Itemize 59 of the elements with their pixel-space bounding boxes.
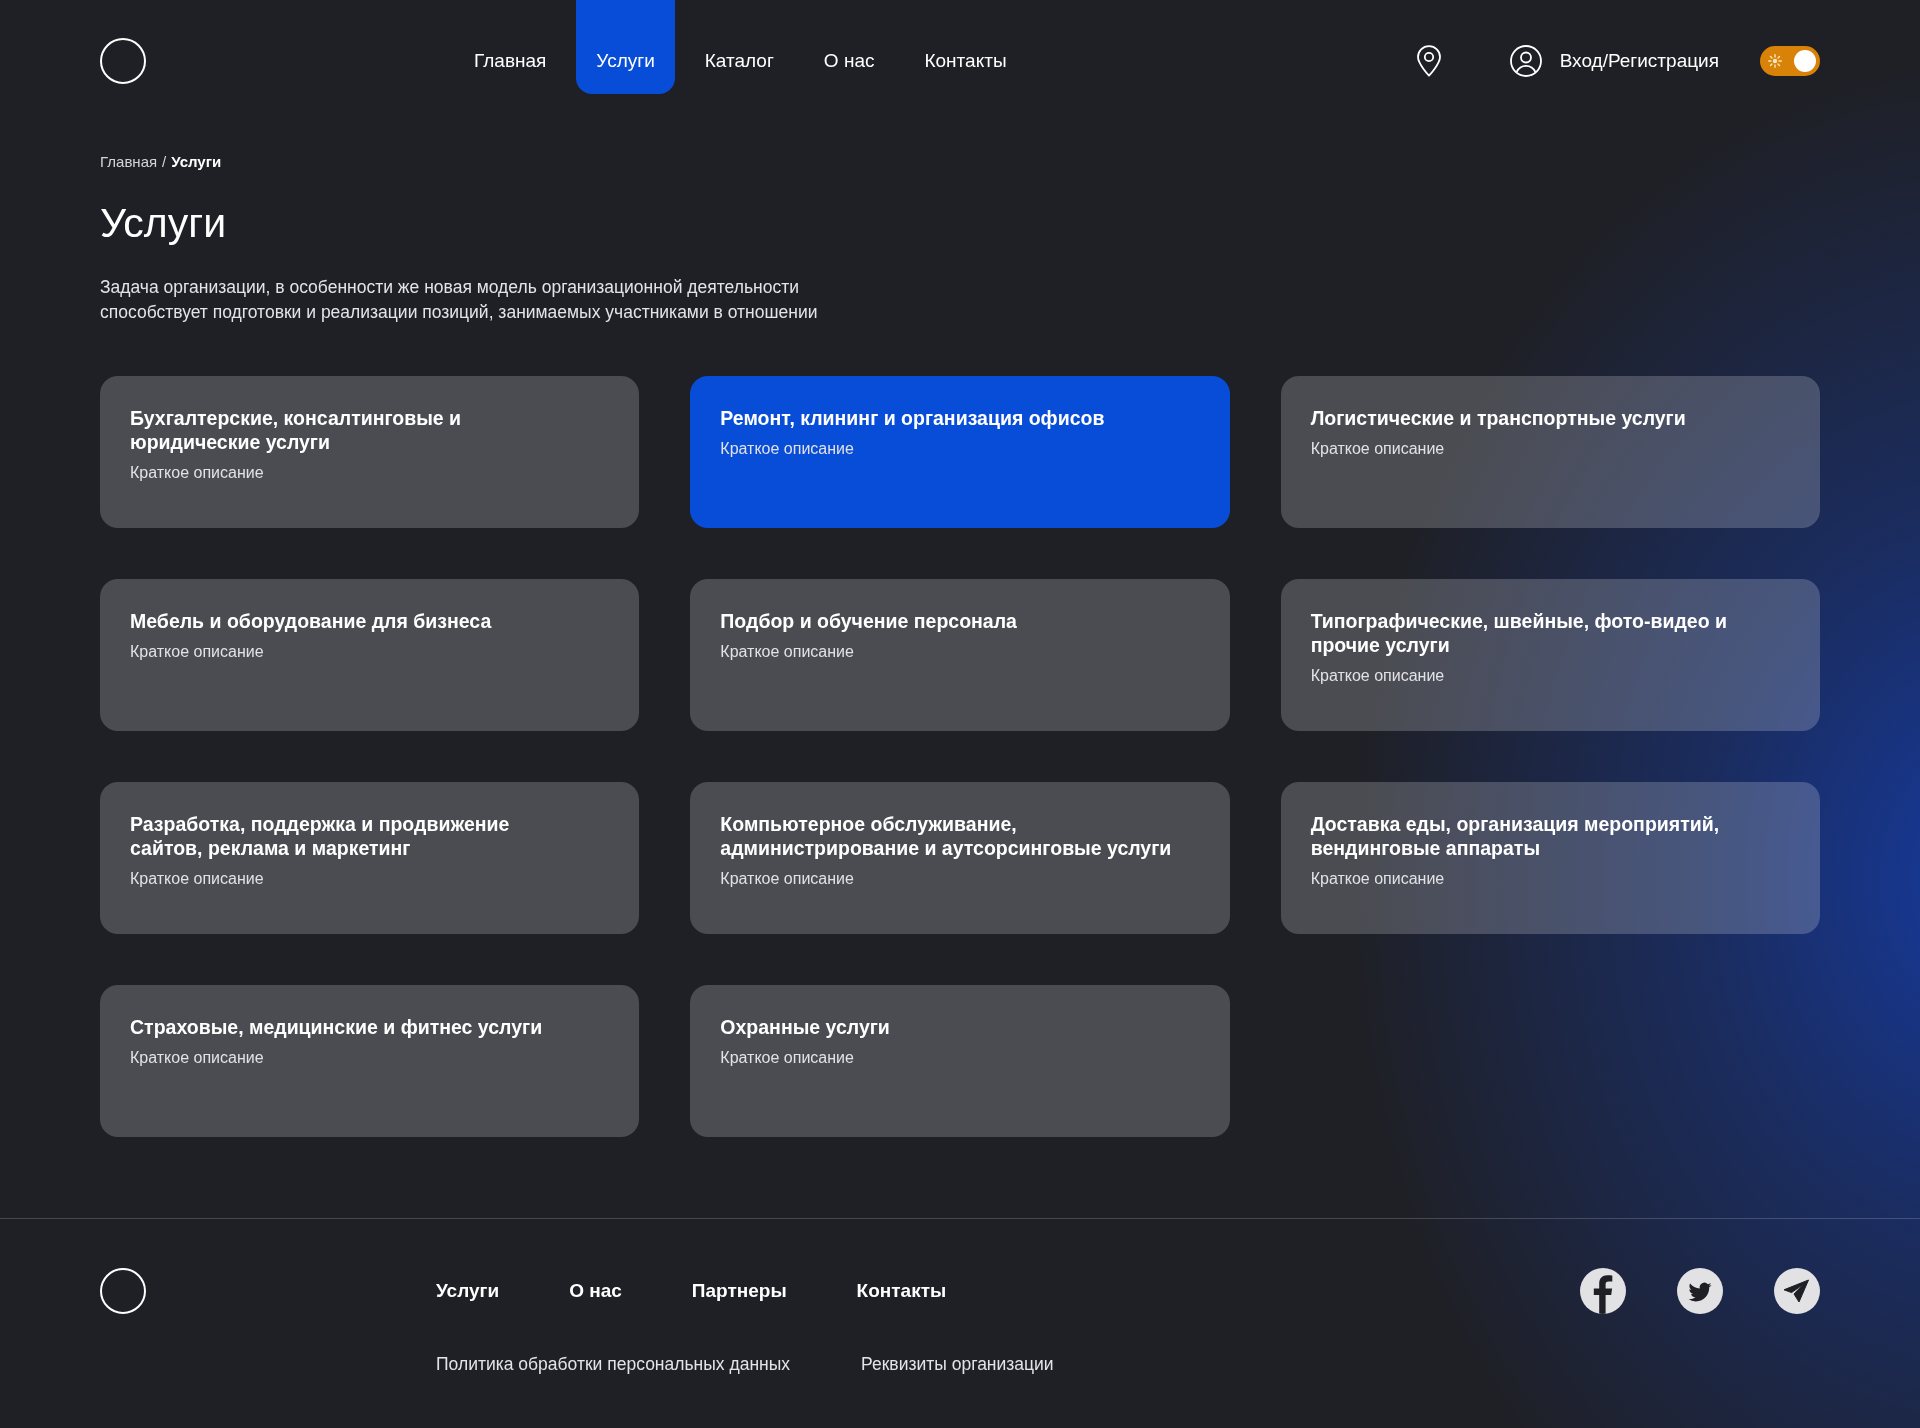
location-pin-icon[interactable] [1415, 45, 1442, 77]
card-title: Ремонт, клининг и организация офисов [720, 406, 1105, 430]
service-card[interactable]: Мебель и оборудование для бизнеса Краткое описание [100, 579, 640, 731]
card-title: Разработка, поддержка и продвижение сайтов, реклама и маркетинг [130, 812, 510, 860]
breadcrumb-separator: / [162, 153, 167, 171]
sun-icon [1768, 54, 1782, 68]
card-title: Мебель и оборудование для бизнеса [130, 609, 492, 633]
service-card[interactable]: Компьютерное обслуживание, администрирование и аутсорсинговые услуги Краткое описание [690, 782, 1230, 934]
footer-link[interactable]: Услуги [436, 1280, 500, 1302]
service-card[interactable]: Подбор и обучение персонала Краткое описание [690, 579, 1230, 731]
theme-toggle[interactable] [1760, 46, 1820, 76]
card-title: Страховые, медицинские и фитнес услуги [130, 1015, 543, 1039]
card-title: Логистические и транспортные услуги [1310, 406, 1686, 430]
card-title: Компьютерное обслуживание, администрирование и аутсорсинговые услуги [720, 812, 1172, 860]
logo-icon[interactable] [100, 38, 146, 84]
page-title: Услуги [100, 199, 228, 247]
facebook-icon[interactable] [1580, 1268, 1626, 1314]
card-title: Типографические, швейные, фото-видео и прочие услуги [1310, 609, 1727, 657]
card-description: Краткое описание [720, 440, 854, 458]
card-description: Краткое описание [1310, 870, 1445, 888]
footer-link[interactable]: Политика обработки персональных данных [436, 1354, 791, 1374]
card-description: Краткое описание [1310, 667, 1445, 685]
service-card[interactable]: Бухгалтерские, консалтинговые и юридические услуги Краткое описание [100, 376, 640, 528]
service-card[interactable]: Типографические, швейные, фото-видео и прочие услуги Краткое описание [1280, 579, 1820, 731]
card-description: Краткое описание [130, 1049, 264, 1067]
footer-link[interactable]: Реквизиты организации [861, 1354, 1054, 1374]
footer-link[interactable]: Партнеры [691, 1280, 787, 1302]
service-card[interactable]: Страховые, медицинские и фитнес услуги Краткое описание [100, 985, 640, 1137]
nav-link[interactable]: Главная [454, 0, 567, 94]
breadcrumb-link[interactable]: Главная [100, 153, 158, 171]
card-description: Краткое описание [130, 870, 264, 888]
telegram-icon[interactable] [1774, 1268, 1820, 1314]
nav-link[interactable]: Каталог [684, 0, 794, 94]
nav-link[interactable]: Услуги [576, 0, 675, 94]
card-description: Краткое описание [1310, 440, 1445, 458]
service-card[interactable]: Ремонт, клининг и организация офисов Краткое описание [690, 376, 1230, 528]
breadcrumb-link[interactable]: Услуги [171, 153, 222, 171]
card-title: Охранные услуги [720, 1015, 890, 1039]
card-title: Бухгалтерские, консалтинговые и юридические услуги [130, 406, 462, 454]
twitter-icon[interactable] [1677, 1268, 1723, 1314]
footer-link[interactable]: О нас [569, 1280, 622, 1302]
card-description: Краткое описание [720, 870, 854, 888]
card-description: Краткое описание [130, 464, 264, 482]
nav-link[interactable]: О нас [803, 0, 895, 94]
login-link[interactable]: Вход/Регистрация [1509, 45, 1719, 77]
service-card[interactable]: Разработка, поддержка и продвижение сайтов, реклама и маркетинг Краткое описание [100, 782, 640, 934]
logo-icon[interactable] [100, 1268, 146, 1314]
nav-link[interactable]: Контакты [904, 0, 1027, 94]
service-card[interactable]: Охранные услуги Краткое описание [690, 985, 1230, 1137]
footer-link[interactable]: Контакты [856, 1280, 947, 1302]
card-description: Краткое описание [130, 643, 264, 661]
card-description: Краткое описание [720, 643, 854, 661]
card-title: Подбор и обучение персонала [720, 609, 1017, 633]
intro-text: Задача организации, в особенности же новая модель организационной деятельности способствует подготовки и реализации позиций, занимаемых участниками в отношении [100, 276, 819, 324]
card-title: Доставка еды, организация мероприятий, вендинговые аппараты [1310, 812, 1720, 860]
service-card[interactable]: Доставка еды, организация мероприятий, вендинговые аппараты Краткое описание [1280, 782, 1820, 934]
card-description: Краткое описание [720, 1049, 854, 1067]
service-card[interactable]: Логистические и транспортные услуги Краткое описание [1280, 376, 1820, 528]
user-icon [1509, 45, 1542, 77]
